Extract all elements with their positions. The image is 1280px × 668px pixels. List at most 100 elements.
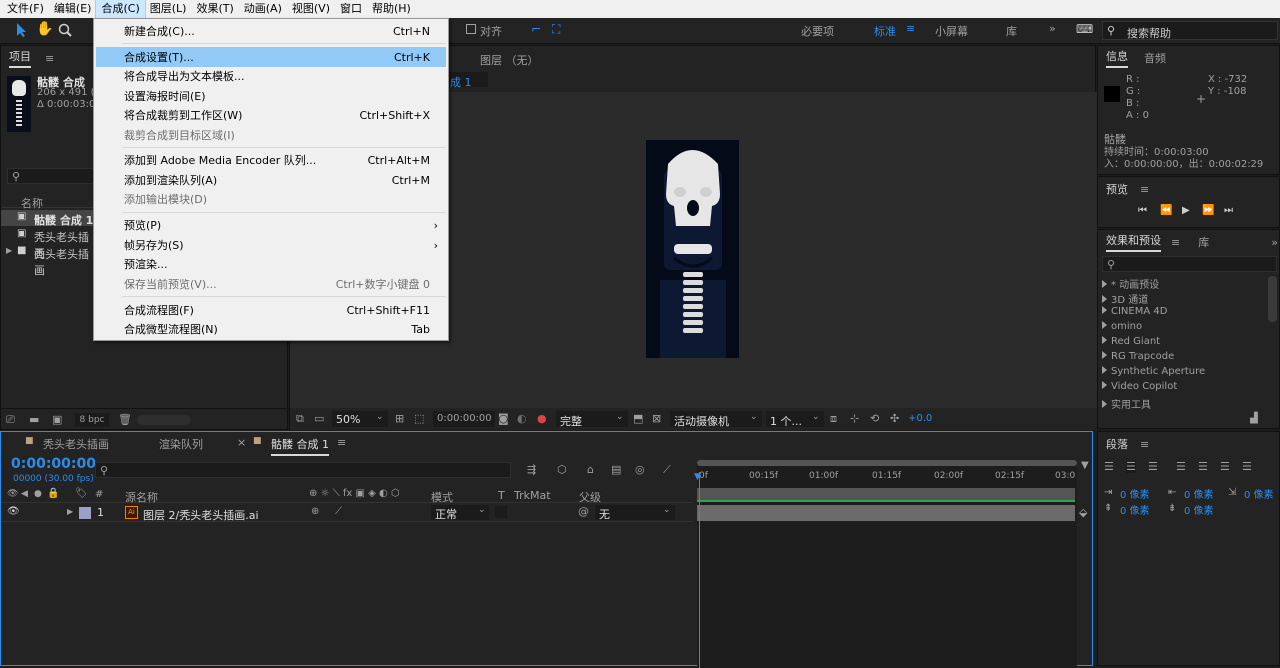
zoom-tool-icon[interactable]	[58, 23, 72, 37]
new-preset-icon[interactable]: ▟	[1250, 413, 1258, 424]
channel-rgb-icon[interactable]: ●	[537, 413, 547, 425]
menu-file[interactable]: 文件(F)	[2, 0, 49, 18]
tab-render-queue[interactable]: 渲染队列	[159, 436, 203, 452]
menu-item-crop-to-region[interactable]: 裁剪合成到目标区域(I)	[96, 125, 446, 145]
indent-left-value[interactable]: 0 像素	[1120, 486, 1150, 501]
col-parent[interactable]: 父级	[579, 489, 601, 505]
motion-blur-icon[interactable]: ◎	[635, 464, 645, 476]
menu-item-add-to-media-encoder[interactable]: 添加到 Adobe Media Encoder 队列... Ctrl+Alt+M	[96, 150, 446, 170]
new-folder-icon[interactable]: ▬	[29, 414, 39, 426]
visibility-eye-icon[interactable]: 👁	[7, 506, 20, 517]
resolution-dropdown[interactable]: 完整 ⌄	[556, 411, 628, 428]
tab-project[interactable]: 项目	[9, 48, 31, 68]
hand-tool-icon[interactable]: ✋	[36, 21, 53, 37]
workspace-overflow-icon[interactable]: »	[1049, 22, 1056, 35]
current-time-indicator[interactable]	[699, 472, 700, 668]
comp-mini-flowchart-icon[interactable]: ⇶	[527, 464, 536, 476]
preview-menu-icon[interactable]: ≡	[1140, 183, 1149, 196]
snapshot-layer-icon[interactable]: ⬙	[1079, 506, 1087, 519]
last-frame-icon[interactable]: ⏭	[1224, 205, 1233, 216]
workspace-standard[interactable]: 标准	[874, 23, 896, 39]
tab-preview[interactable]: 预览	[1106, 181, 1128, 197]
timeline-menu-icon[interactable]: ≡	[337, 436, 346, 449]
layer-label-color[interactable]	[79, 507, 91, 519]
zoom-dropdown[interactable]: 50% ⌄	[332, 411, 388, 427]
prev-frame-icon[interactable]: ⏪	[1160, 205, 1172, 216]
effects-category-rg-trapcode[interactable]: RG Trapcode	[1102, 351, 1174, 362]
effects-category-animation-presets[interactable]: * 动画预设	[1102, 276, 1159, 291]
project-item-folder[interactable]: ▶ ■ 秃头老头插画	[1, 244, 96, 277]
time-ruler[interactable]: 0f 00:15f 01:00f 01:15f 02:00f 02:15f 03…	[697, 470, 1077, 486]
tab-effects-presets[interactable]: 效果和预设	[1106, 232, 1161, 252]
current-time-display[interactable]: 0:00:00:00	[433, 411, 495, 427]
menu-composition[interactable]: 合成(C)	[95, 0, 146, 19]
menu-window[interactable]: 窗口	[335, 0, 367, 18]
snapshot-icon[interactable]: ◙	[498, 413, 509, 425]
expand-layer-icon[interactable]: ▶	[67, 507, 73, 516]
effects-category-synthetic-aperture[interactable]: Synthetic Aperture	[1102, 366, 1205, 377]
effects-menu-icon[interactable]: ≡	[1171, 236, 1180, 249]
fast-preview-icon[interactable]: ⬒	[633, 413, 643, 425]
quality-switch-icon[interactable]: ⟋	[335, 506, 342, 517]
menu-item-preview[interactable]: 预览(P) ›	[96, 215, 446, 235]
effects-category-3d-channel[interactable]: 3D 通道	[1102, 291, 1148, 306]
menu-view[interactable]: 视图(V)	[287, 0, 335, 18]
workspace-small-screen[interactable]: 小屏幕	[935, 23, 968, 39]
timeline-graph-area[interactable]: 0f 00:15f 01:00f 01:15f 02:00f 02:15f 03…	[694, 460, 1077, 668]
timeline-search-input[interactable]: ⚲	[95, 462, 511, 478]
tab-library[interactable]: 库	[1198, 234, 1209, 250]
menu-item-add-to-render-queue[interactable]: 添加到渲染队列(A) Ctrl+M	[96, 170, 446, 190]
draft-3d-icon[interactable]: ⬡	[557, 464, 567, 476]
tab-audio[interactable]: 音频	[1144, 50, 1166, 66]
effects-category-video-copilot[interactable]: Video Copilot	[1102, 381, 1177, 392]
snap-checkbox[interactable]	[466, 24, 476, 34]
menu-item-set-poster-time[interactable]: 设置海报时间(E)	[96, 86, 446, 106]
exposure-value[interactable]: +0.0	[908, 413, 932, 424]
always-preview-icon[interactable]: ⧉	[296, 413, 304, 425]
tab-paragraph[interactable]: 段落	[1106, 436, 1128, 452]
play-icon[interactable]: ▶	[1182, 205, 1190, 216]
layer-mode-dropdown[interactable]: 正常 ⌄	[431, 505, 489, 521]
menu-help[interactable]: 帮助(H)	[367, 0, 416, 18]
camera-dropdown[interactable]: 活动摄像机 ⌄	[670, 411, 762, 428]
menu-item-mini-flowchart[interactable]: 合成微型流程图(N) Tab	[96, 319, 446, 339]
layer-duration-bar[interactable]	[697, 505, 1075, 521]
menu-item-save-frame-as[interactable]: 帧另存为(S) ›	[96, 235, 446, 255]
space-after-value[interactable]: 0 像素	[1184, 502, 1214, 517]
workspace-essentials[interactable]: 必要项	[801, 23, 834, 39]
selection-tool-icon[interactable]	[14, 22, 28, 38]
transparency-grid-icon[interactable]: ⊠	[652, 413, 661, 425]
workspace-library[interactable]: 库	[1006, 23, 1017, 39]
justify-all-icon[interactable]: ☰	[1242, 461, 1252, 473]
align-right-icon[interactable]: ☰	[1148, 461, 1158, 473]
help-search-input[interactable]: ⚲ 搜索帮助	[1102, 21, 1278, 40]
menu-item-export-text-template[interactable]: 将合成导出为文本模板...	[96, 66, 446, 86]
space-before-value[interactable]: 0 像素	[1120, 502, 1150, 517]
new-composition-icon[interactable]: ▣	[52, 414, 62, 426]
align-center-icon[interactable]: ☰	[1126, 461, 1136, 473]
indent-right-value[interactable]: 0 像素	[1184, 486, 1214, 501]
col-t[interactable]: T	[498, 489, 505, 502]
layer-name[interactable]: 图层 2/秃头老头插画.ai	[143, 507, 259, 523]
menu-item-add-output-module[interactable]: 添加输出模块(D)	[96, 189, 446, 209]
tab-skeleton-comp[interactable]: 骷髅 合成 1	[271, 436, 329, 456]
effects-category-omino[interactable]: omino	[1102, 321, 1142, 332]
effects-category-red-giant[interactable]: Red Giant	[1102, 336, 1160, 347]
reset-exposure-icon[interactable]: ⟲	[870, 413, 879, 425]
col-name[interactable]: 名称	[21, 195, 43, 211]
bpc-toggle[interactable]: 8 bpc	[75, 413, 109, 427]
layer-row[interactable]: 👁 ▶ 1 Ai 图层 2/秃头老头插画.ai ⊕ ⟋ 正常 ⌄ @ 无 ⌄	[1, 504, 693, 522]
menu-item-trim-to-work-area[interactable]: 将合成裁剪到工作区(W) Ctrl+Shift+X	[96, 105, 446, 125]
menu-item-composition-settings[interactable]: 合成设置(T)... Ctrl+K	[96, 47, 446, 67]
menu-item-new-composition[interactable]: 新建合成(C)... Ctrl+N	[96, 21, 446, 41]
graph-editor-icon[interactable]: ⟋	[663, 464, 671, 476]
col-trkmat[interactable]: TrkMat	[514, 489, 551, 502]
project-item-illustration[interactable]: ▣ 秃头老头插画	[1, 227, 96, 260]
effects-category-utility[interactable]: 实用工具	[1102, 396, 1151, 411]
workspace-menu-icon[interactable]: ≡	[906, 22, 915, 35]
parent-dropdown[interactable]: 无 ⌄	[595, 505, 675, 521]
project-search-input[interactable]: ⚲	[7, 168, 95, 184]
snap-option-icon[interactable]: ⌐	[531, 22, 541, 36]
trash-icon[interactable]: 🗑	[118, 414, 132, 426]
menu-animation[interactable]: 动画(A)	[239, 0, 287, 18]
